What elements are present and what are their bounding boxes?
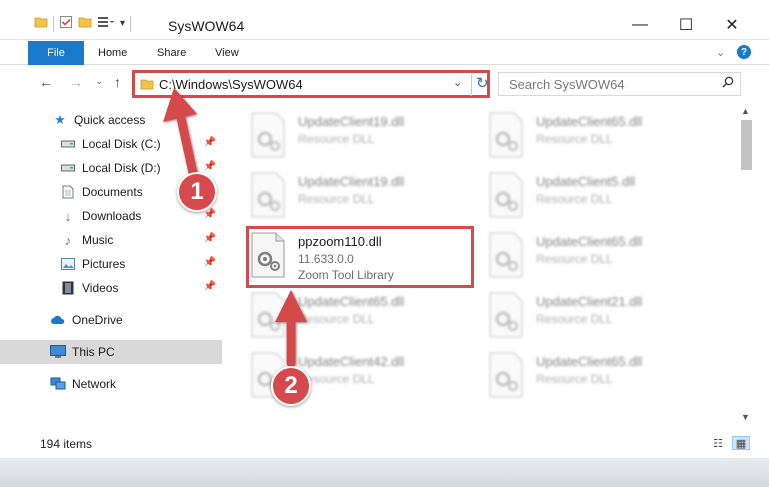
- arrow-to-file: [275, 290, 307, 368]
- arrow-to-address-bar: [163, 88, 198, 178]
- callout-step-1: 1: [177, 172, 217, 212]
- callout-step-2: 2: [271, 366, 311, 406]
- annotation-overlay: [163, 88, 307, 368]
